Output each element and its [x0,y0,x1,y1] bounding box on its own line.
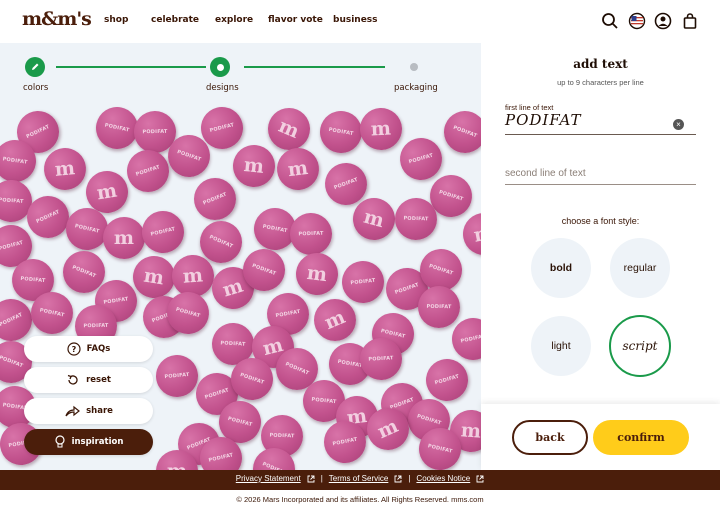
footer-links: Privacy Statement | Terms of Service | C… [0,474,720,483]
progress-stepper: colors designs packaging [0,43,481,98]
cookies-notice-link[interactable]: Cookies Notice [416,474,470,483]
faqs-button[interactable]: ? FAQs [24,336,153,362]
reset-label: reset [86,375,111,385]
lightbulb-icon [54,435,65,448]
font-style-script[interactable]: script [609,315,671,377]
second-line-input[interactable]: second line of text [505,168,586,179]
font-style-heading: choose a font style: [561,216,640,226]
font-style-regular[interactable]: regular [610,238,670,298]
faqs-label: FAQs [86,344,111,354]
share-arrow-icon [65,405,81,417]
privacy-statement-link[interactable]: Privacy Statement [236,474,301,483]
external-link-icon [394,475,402,482]
step-connector-2 [244,66,385,68]
action-bar: back confirm [481,404,720,470]
step-label-colors: colors [23,83,49,93]
candy-m-logo: m [293,250,341,298]
account-icon[interactable] [654,12,672,30]
candy-m-logo: m [103,217,145,259]
copyright-text: © 2026 Mars Incorporated and its affilia… [236,495,484,504]
step-packaging-pending[interactable] [410,63,418,71]
footer-separator: | [320,474,323,483]
step-designs-current[interactable] [210,57,230,77]
confirm-button[interactable]: confirm [593,420,689,455]
first-line-input[interactable]: PODIFAT [505,111,581,129]
site-header: m&m's shop celebrate explore flavor vote… [0,0,720,43]
panel-subtitle: up to 9 characters per line [557,78,644,87]
candy-m-logo: m [459,209,481,259]
candy-personalized: PODIFAT [437,104,481,160]
clear-input-icon[interactable]: × [673,119,684,130]
candy-personalized: PODIFAT [121,144,175,198]
svg-text:?: ? [71,345,76,354]
step-label-packaging: packaging [394,83,438,93]
add-text-panel: add text up to 9 characters per line fir… [481,43,720,404]
font-style-light[interactable]: light [531,316,591,376]
candy-personalized: PODIFAT [394,197,438,241]
reset-icon [67,374,78,385]
page: m&m's shop celebrate explore flavor vote… [0,0,720,510]
nav-celebrate[interactable]: celebrate [151,15,199,25]
candy-personalized: PODIFAT [154,353,200,399]
font-style-bold[interactable]: bold [531,238,591,298]
reset-button[interactable]: reset [24,367,153,393]
inspiration-label: inspiration [71,437,124,447]
pencil-icon [32,63,39,70]
step-colors-complete[interactable] [25,57,45,77]
step-connector-1 [56,66,206,68]
candy-m-logo: m [129,252,179,302]
us-flag-icon[interactable] [628,12,646,30]
search-icon[interactable] [601,12,619,30]
mms-logo[interactable]: m&m's [22,8,92,30]
candy-personalized: PODIFAT [137,206,189,258]
nav-shop[interactable]: shop [104,15,128,25]
nav-explore[interactable]: explore [215,15,253,25]
second-line-underline [505,184,696,185]
share-label: share [86,406,113,416]
panel-title: add text [573,57,628,71]
inspiration-button[interactable]: inspiration [24,429,153,455]
candy-m-logo: m [42,146,88,192]
question-icon: ? [67,342,81,356]
candy-personalized: PODIFAT [316,107,366,157]
first-line-underline [505,134,696,135]
nav-flavor-vote[interactable]: flavor vote [268,15,323,25]
step-label-designs: designs [206,83,239,93]
terms-of-service-link[interactable]: Terms of Service [329,474,389,483]
candy-personalized: PODIFAT [339,258,387,306]
external-link-icon [307,475,315,482]
share-button[interactable]: share [24,398,153,424]
candy-m-logo: m [358,106,404,152]
candy-personalized: PODIFAT [289,212,333,256]
footer-separator: | [408,474,411,483]
candy-personalized: PODIFAT [417,285,461,329]
nav-business[interactable]: business [333,15,378,25]
cart-bag-icon[interactable] [681,12,699,30]
candy-personalized: PODIFAT [187,171,243,227]
external-link-icon [476,475,484,482]
back-button[interactable]: back [512,420,588,455]
candy-m-logo: m [230,142,278,190]
candy-m-logo: m [274,145,322,193]
candy-m-logo: m [261,101,317,157]
current-step-marker [216,63,224,71]
